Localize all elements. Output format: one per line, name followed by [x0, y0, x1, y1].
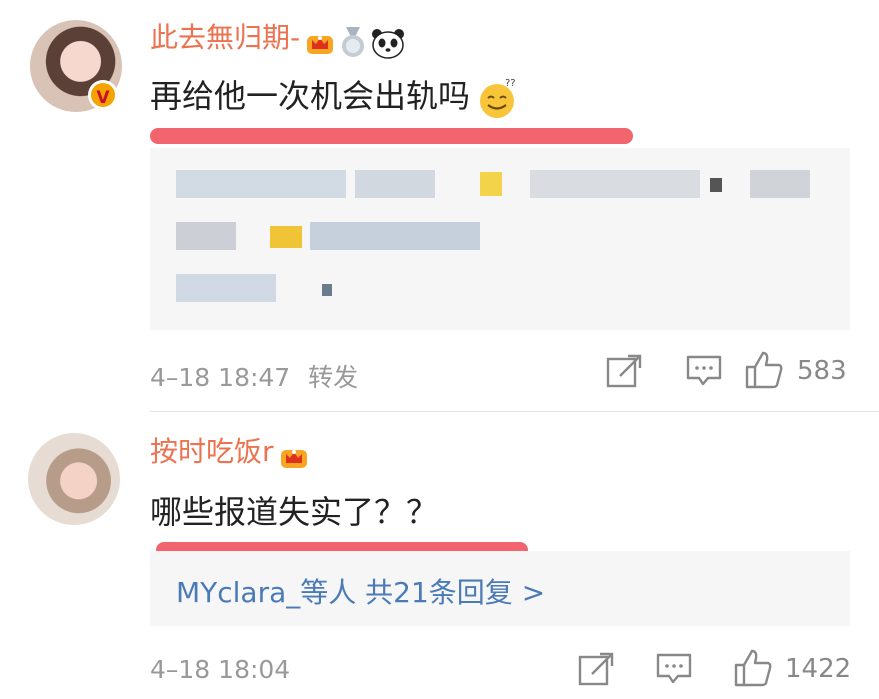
divider [150, 411, 879, 412]
comment-text: 哪些报道失实了？？ [150, 493, 439, 531]
quoted-post-blurred[interactable] [150, 148, 850, 330]
comment-meta: 4–18 18:04 [150, 655, 290, 684]
share-icon[interactable] [578, 652, 614, 686]
view-replies-link[interactable]: MYclara_等人 共21条回复 > [176, 571, 545, 611]
username[interactable]: 按时吃饭r [150, 435, 274, 468]
panda-emoji-icon [372, 28, 405, 59]
comment-icon[interactable] [686, 354, 722, 388]
highlight-underline [150, 128, 633, 144]
comment-text-row: 哪些报道失实了？？ [150, 496, 438, 528]
like-count: 1422 [785, 654, 852, 684]
comment-meta: 4–18 18:47 转发 [150, 358, 358, 394]
verified-badge: V [88, 80, 118, 110]
comment-header: 按时吃饭r [150, 438, 309, 472]
username[interactable]: 此去無归期- [150, 21, 300, 54]
avatar[interactable] [28, 433, 120, 525]
crown-badge-icon [307, 35, 334, 54]
medal-badge-icon [342, 26, 365, 57]
svg-text:??: ?? [505, 78, 516, 89]
timestamp: 4–18 18:47 [150, 363, 291, 392]
comment-text-row: 再给他一次机会出轨吗 ?? [150, 77, 519, 120]
crown-badge-icon [280, 449, 307, 468]
timestamp: 4–18 18:04 [150, 655, 291, 684]
share-icon[interactable] [606, 354, 642, 388]
repost-link[interactable]: 转发 [308, 363, 358, 392]
comment-icon[interactable] [656, 652, 692, 686]
like-icon[interactable] [744, 350, 784, 390]
comment-header: 此去無归期- [150, 24, 405, 59]
smiling-emoji-icon: ?? [480, 78, 516, 118]
like-icon[interactable] [733, 648, 773, 688]
comment-text: 再给他一次机会出轨吗 [150, 77, 471, 115]
like-count: 583 [797, 356, 847, 386]
reply-summary[interactable]: MYclara_等人 共21条回复 > [150, 551, 850, 626]
